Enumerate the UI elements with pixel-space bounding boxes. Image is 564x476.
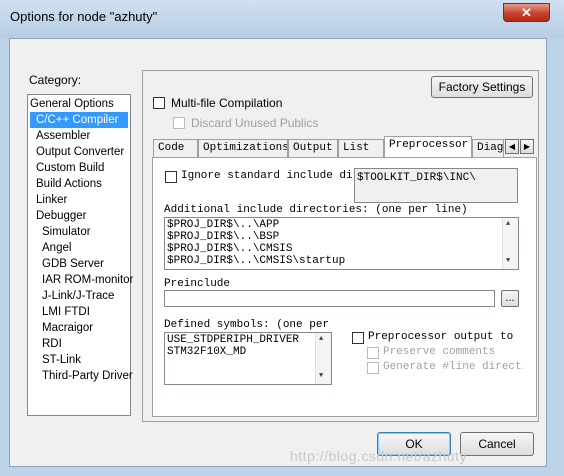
- category-item[interactable]: Debugger: [36, 208, 87, 224]
- preinclude-label: Preinclude: [164, 278, 231, 290]
- generate-line-checkbox[interactable]: [367, 362, 379, 374]
- factory-settings-button[interactable]: Factory Settings: [431, 76, 533, 98]
- pp-output-checkbox[interactable]: [352, 332, 364, 344]
- ignore-std-label: Ignore standard include dire: [181, 170, 353, 182]
- tab-preprocessor[interactable]: Preprocessor: [384, 136, 472, 158]
- cancel-button[interactable]: Cancel: [460, 432, 534, 456]
- multifile-label: Multi-file Compilation: [171, 96, 283, 110]
- category-item[interactable]: IAR ROM-monitor: [42, 272, 133, 288]
- include-dir-line: $PROJ_DIR$\..\CMSIS: [167, 243, 293, 255]
- scroll-up-icon[interactable]: ▲: [319, 335, 323, 343]
- preserve-comments-checkbox[interactable]: [367, 347, 379, 359]
- arrow-right-icon[interactable]: ▶: [524, 142, 530, 151]
- arrow-left-icon[interactable]: ◀: [509, 142, 515, 151]
- include-dir-line: $PROJ_DIR$\..\APP: [167, 219, 280, 231]
- tab-scroll-right-button[interactable]: ▶: [520, 139, 534, 154]
- category-item[interactable]: Custom Build: [36, 160, 104, 176]
- category-item[interactable]: Macraigor: [42, 320, 93, 336]
- category-item[interactable]: General Options: [30, 96, 128, 112]
- defined-symbols-textarea[interactable]: USE_STDPERIPH_DRIVER STM32F10X_MD ▲ ▼: [164, 332, 332, 385]
- window-title: Options for node "azhuty": [10, 9, 158, 24]
- discard-label: Discard Unused Publics: [191, 116, 319, 130]
- scroll-up-icon[interactable]: ▲: [506, 220, 510, 228]
- additional-include-label: Additional include directories: (one per…: [164, 204, 468, 216]
- category-item-selected[interactable]: C/C++ Compiler: [30, 112, 128, 128]
- defined-symbol-line: USE_STDPERIPH_DRIVER: [167, 334, 300, 346]
- category-item[interactable]: Simulator: [42, 224, 91, 240]
- scroll-down-icon[interactable]: ▼: [506, 257, 510, 265]
- tab-scroll-left-button[interactable]: ◀: [505, 139, 519, 154]
- generate-line-label: Generate #line directive: [383, 361, 523, 373]
- category-item[interactable]: LMI FTDI: [42, 304, 90, 320]
- scroll-down-icon[interactable]: ▼: [319, 372, 323, 380]
- close-button[interactable]: ✕: [503, 3, 550, 22]
- category-item[interactable]: Third-Party Driver: [42, 368, 133, 384]
- close-icon[interactable]: ✕: [521, 5, 532, 20]
- tab-code[interactable]: Code: [153, 139, 198, 157]
- include-dirs-textarea[interactable]: $PROJ_DIR$\..\APP $PROJ_DIR$\..\BSP $PRO…: [164, 217, 519, 270]
- category-item[interactable]: GDB Server: [42, 256, 104, 272]
- defined-symbol-line: STM32F10X_MD: [167, 346, 247, 358]
- category-item[interactable]: Angel: [42, 240, 71, 256]
- category-item[interactable]: ST-Link: [42, 352, 81, 368]
- tab-diagnostics[interactable]: Diagn: [472, 139, 504, 157]
- include-dir-line: $PROJ_DIR$\..\CMSIS\startup: [167, 255, 346, 267]
- preserve-comments-label: Preserve comments: [383, 346, 496, 358]
- include-dirs-scrollbar[interactable]: ▲ ▼: [502, 218, 518, 269]
- category-item[interactable]: Assembler: [36, 128, 90, 144]
- category-item[interactable]: J-Link/J-Trace: [42, 288, 114, 304]
- preinclude-input[interactable]: [164, 290, 495, 307]
- ignore-std-checkbox[interactable]: [165, 171, 177, 183]
- multifile-checkbox[interactable]: [153, 97, 165, 109]
- category-item[interactable]: Linker: [36, 192, 67, 208]
- category-item[interactable]: RDI: [42, 336, 62, 352]
- include-dir-line: $PROJ_DIR$\..\BSP: [167, 231, 280, 243]
- tab-list[interactable]: List: [338, 139, 384, 157]
- defined-symbols-label: Defined symbols: (one per: [164, 319, 330, 331]
- discard-checkbox[interactable]: [173, 117, 185, 129]
- preinclude-browse-button[interactable]: ...: [501, 290, 519, 307]
- defined-symbols-scrollbar[interactable]: ▲ ▼: [315, 333, 331, 384]
- tab-optimizations[interactable]: Optimizations: [198, 139, 288, 157]
- tab-output[interactable]: Output: [288, 139, 338, 157]
- category-item[interactable]: Build Actions: [36, 176, 102, 192]
- toolkit-include-path: $TOOLKIT_DIR$\INC\: [354, 168, 518, 203]
- pp-output-label: Preprocessor output to: [368, 331, 514, 343]
- category-list[interactable]: General Options C/C++ Compiler Assembler…: [27, 94, 133, 416]
- watermark: http://blog.csdn.net/azhuty: [290, 448, 467, 464]
- category-label: Category:: [29, 73, 82, 87]
- category-item[interactable]: Output Converter: [36, 144, 124, 160]
